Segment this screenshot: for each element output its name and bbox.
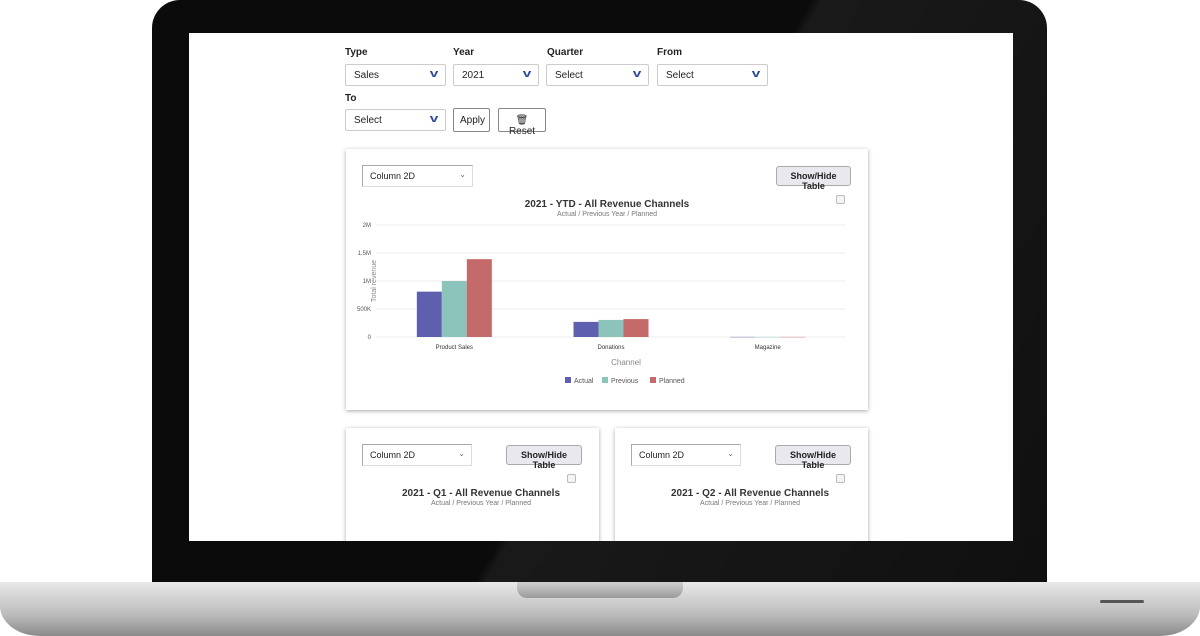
bar-actual (416, 291, 442, 337)
x-tick-label: Donations (597, 345, 624, 351)
trash-icon: 🗑 (515, 115, 529, 126)
chevron-down-icon: v (429, 68, 439, 80)
chevron-down-icon: v (632, 68, 642, 80)
from-label: From (657, 47, 682, 58)
y-tick-label: 1M (363, 279, 371, 285)
from-select[interactable]: Select v (657, 64, 768, 86)
year-label: Year (453, 47, 475, 58)
year-select[interactable]: 2021 v (453, 64, 539, 86)
quarter-select[interactable]: Select v (546, 64, 649, 86)
reset-label: Reset (508, 126, 536, 137)
y-axis-label: Total revenue (371, 260, 378, 302)
bar-previous (441, 281, 467, 337)
screen: Type Sales v Year 2021 v Quarter Select v F… (189, 33, 1013, 541)
ytd-chart-plot: 0 500K 1M 1.5M 2M Total revenue Product Sales D… (357, 223, 846, 385)
to-value: Select (354, 115, 382, 126)
legend-swatch-actual (565, 377, 571, 383)
chevron-down-icon: v (751, 68, 761, 80)
bar-planned (780, 336, 806, 338)
y-tick-label: 0 (368, 335, 372, 341)
bar-actual (730, 336, 756, 338)
apply-button[interactable]: Apply (453, 108, 490, 132)
bar-planned (623, 319, 649, 337)
y-tick-label: 1.5M (358, 251, 371, 257)
year-value: 2021 (462, 70, 485, 81)
x-tick-label: Magazine (755, 345, 782, 351)
bar-actual (573, 321, 599, 337)
y-tick-label: 500K (357, 307, 371, 313)
type-value: Sales (354, 70, 380, 81)
y-tick-label: 2M (363, 223, 371, 229)
bar-planned (466, 259, 492, 337)
q2-chart-plot: 600K700K (615, 428, 868, 541)
legend-swatch-previous (602, 377, 608, 383)
laptop-slot (1100, 600, 1144, 603)
x-axis-label: Channel (611, 358, 641, 367)
legend-swatch-planned (650, 377, 656, 383)
legend-item-planned: Planned (659, 378, 685, 385)
legend-item-actual: Actual (574, 378, 594, 385)
to-select[interactable]: Select v (345, 109, 446, 131)
reset-button[interactable]: 🗑 Reset (498, 108, 546, 137)
bar-previous (755, 336, 781, 338)
type-label: Type (345, 47, 368, 58)
q2-chart-card: Column 2D ⌄ Show/Hide Table 2021 - Q2 - A… (615, 428, 868, 541)
to-label: To (345, 93, 357, 104)
quarter-label: Quarter (547, 47, 584, 58)
legend-item-previous: Previous (611, 378, 639, 385)
q1-chart-card: Column 2D ⌄ Show/Hide Table 2021 - Q1 - A… (346, 428, 599, 541)
quarter-value: Select (555, 70, 583, 81)
bar-previous (598, 319, 624, 337)
chevron-down-icon: v (429, 113, 439, 125)
laptop-notch (517, 582, 683, 598)
from-value: Select (666, 70, 694, 81)
x-tick-label: Product Sales (436, 345, 473, 351)
type-select[interactable]: Sales v (345, 64, 446, 86)
ytd-chart-card: Column 2D ⌄ Show/Hide Table 2021 - YTD - … (346, 149, 868, 410)
chevron-down-icon: v (522, 68, 532, 80)
q1-chart-plot: 500K600K (346, 428, 599, 541)
